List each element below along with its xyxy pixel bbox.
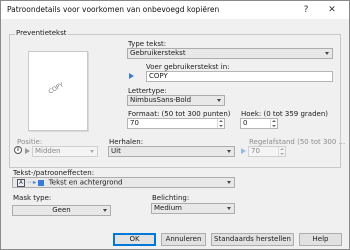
exposure-label: Belichting: (152, 194, 190, 202)
effects-select[interactable]: A ⋯▸ Tekst en achtergrond (12, 177, 235, 188)
preview-copy-text: COPY (47, 81, 65, 96)
font-select-value: NimbusSans-Bold (130, 96, 192, 104)
restore-defaults-button[interactable]: Standaards herstellen (211, 233, 294, 246)
custom-text-label: Voer gebruikerstekst in: (146, 63, 230, 71)
chevron-down-icon (227, 181, 231, 184)
chevron-down-icon (227, 150, 231, 153)
chevron-down-icon (103, 209, 107, 212)
help-button[interactable]: Help (299, 233, 342, 246)
size-stepper[interactable]: 70 (127, 118, 225, 129)
size-value: 70 (130, 119, 139, 127)
repeat-select[interactable]: Uit (108, 146, 235, 157)
chevron-down-icon (227, 207, 231, 210)
stepper-arrows-icon[interactable] (217, 119, 224, 128)
cancel-button[interactable]: Annuleren (161, 233, 206, 246)
repeat-select-value: Uit (111, 147, 121, 155)
preview-page: COPY (28, 51, 88, 131)
line-spacing-value: 70 (251, 147, 260, 155)
info-icon: i (14, 146, 22, 154)
close-icon[interactable]: ✕ (323, 3, 341, 17)
custom-text-input[interactable]: COPY (146, 71, 333, 82)
preventietekst-legend: Preventietekst (15, 29, 68, 37)
mask-select-value: Geen (52, 206, 71, 214)
font-select[interactable]: NimbusSans-Bold (127, 95, 225, 106)
text-pattern-icon: A (17, 178, 25, 187)
chevron-down-icon (90, 150, 94, 153)
mask-select[interactable]: Geen (12, 205, 111, 216)
position-select-value: Midden (35, 147, 61, 155)
size-label: Formaat: (50 tot 300 punten) (128, 110, 231, 118)
dialog-window: Patroondetails voor voorkomen van onbevo… (0, 0, 350, 250)
color-swatch-icon (38, 179, 45, 186)
play-arrow-icon (25, 148, 30, 154)
stepper-arrows-icon[interactable] (270, 119, 277, 128)
exposure-select-value: Medium (154, 204, 182, 212)
line-spacing-label: Regelafstand (50 tot 300 ... (249, 138, 346, 146)
font-label: Lettertype: (128, 87, 167, 95)
effects-label: Tekst-/patrooneffecten: (13, 169, 95, 177)
effects-select-value: Tekst en achtergrond (48, 178, 123, 187)
type-select-value: Gebruikerstekst (130, 49, 186, 57)
angle-label: Hoek: (0 tot 359 graden) (241, 110, 329, 118)
exposure-select[interactable]: Medium (151, 203, 235, 214)
mask-label: Mask type: (13, 194, 52, 202)
line-spacing-stepper[interactable]: 70 (248, 146, 286, 157)
angle-value: 0 (243, 119, 248, 127)
position-select[interactable]: Midden (32, 146, 98, 157)
arrow-right-icon: ⋯▸ (27, 179, 37, 186)
chevron-down-icon (217, 99, 221, 102)
window-title: Patroondetails voor voorkomen van onbevo… (7, 5, 220, 14)
angle-stepper[interactable]: 0 (240, 118, 278, 129)
type-label: Type tekst: (128, 40, 167, 48)
play-arrow-icon (129, 73, 134, 79)
type-select[interactable]: Gebruikerstekst (127, 48, 333, 59)
title-bar: Patroondetails voor voorkomen van onbevo… (1, 1, 349, 19)
chevron-down-icon (325, 52, 329, 55)
ok-button[interactable]: OK (113, 233, 156, 246)
play-arrow-icon (241, 148, 246, 154)
help-icon[interactable]: ? (297, 3, 315, 17)
position-label: Positie: (17, 138, 43, 146)
stepper-arrows-icon[interactable] (278, 147, 285, 156)
repeat-label: Herhalen: (109, 138, 144, 146)
